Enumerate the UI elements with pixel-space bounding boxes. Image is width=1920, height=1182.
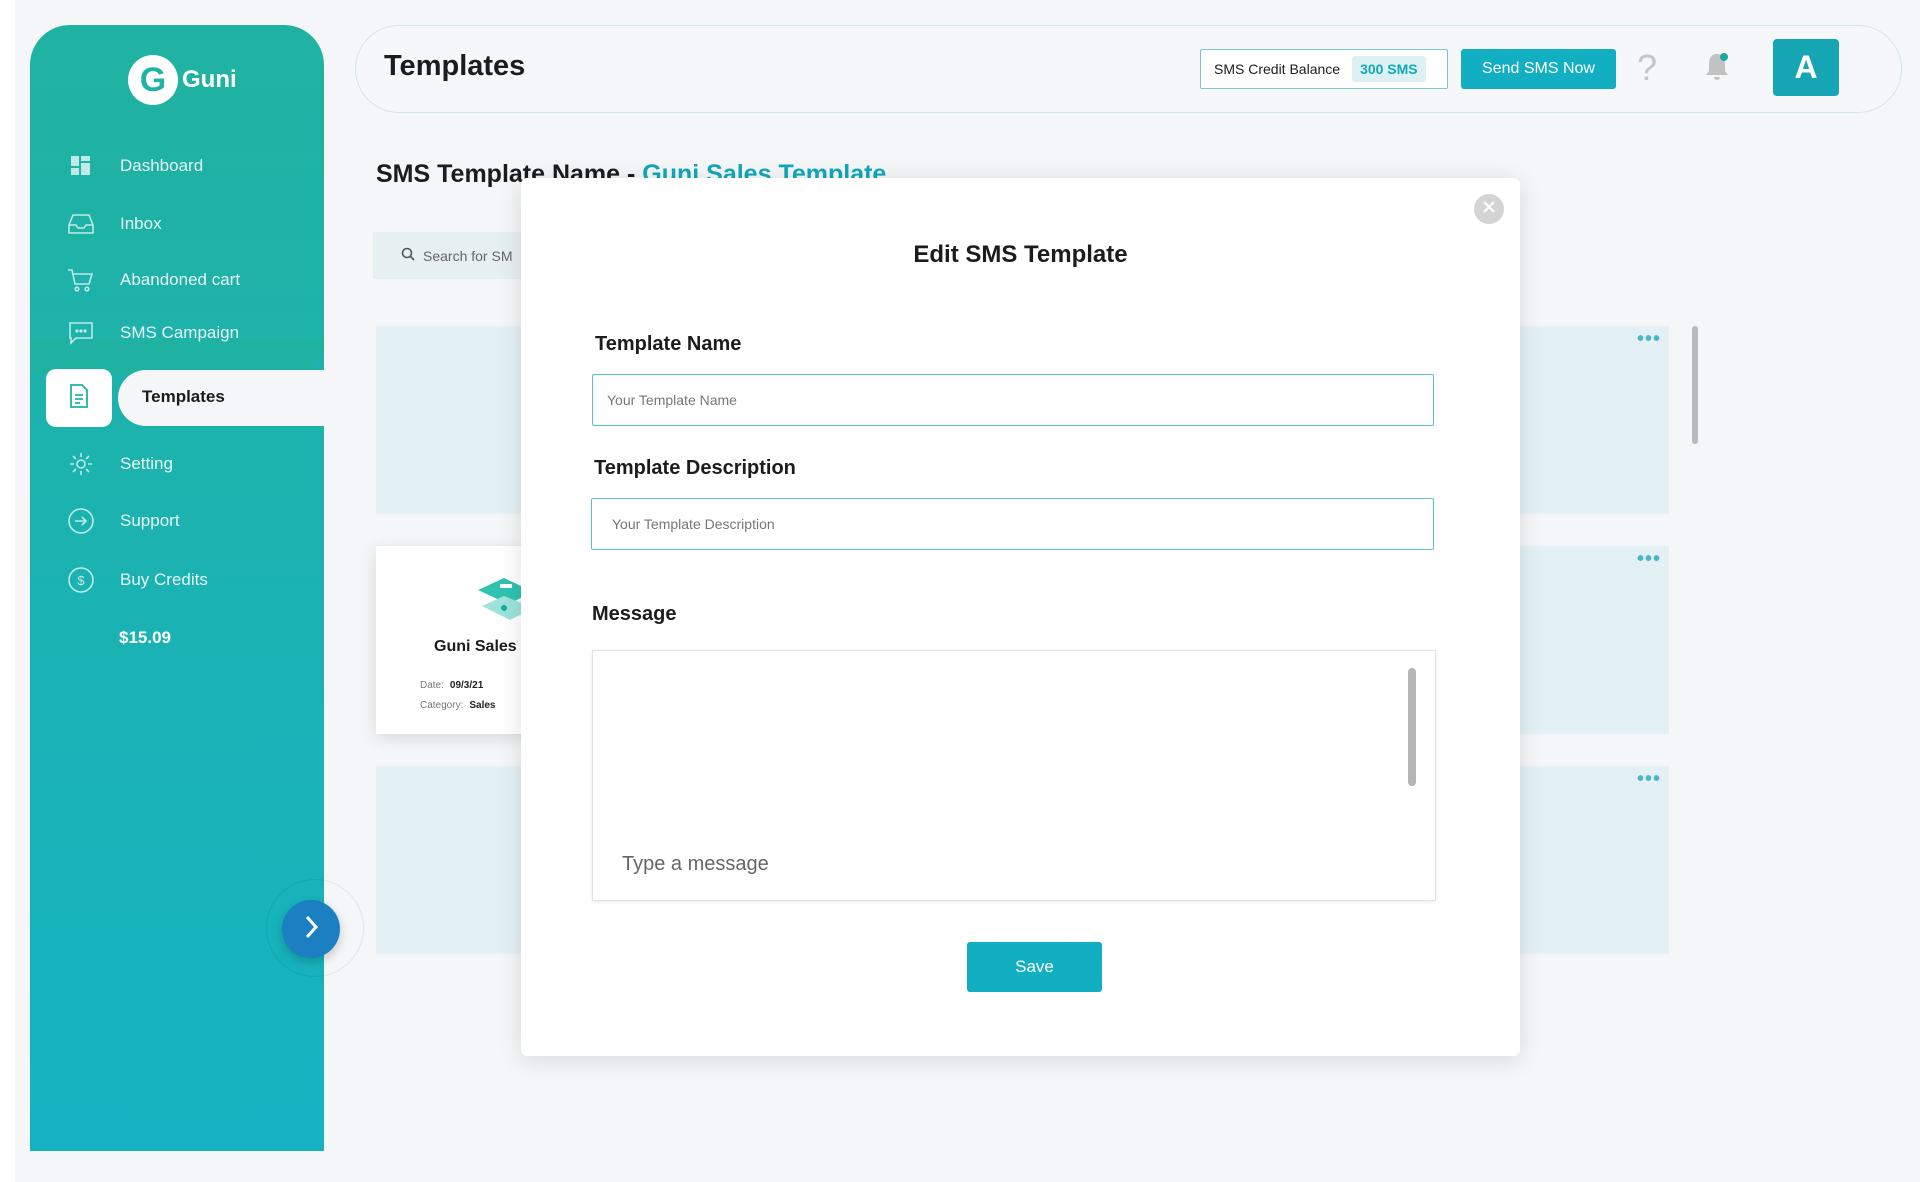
expand-sidebar-button[interactable]	[282, 900, 340, 958]
template-description-input[interactable]	[591, 498, 1434, 550]
more-options-icon[interactable]: •••	[1637, 328, 1661, 351]
template-description-label: Template Description	[594, 457, 796, 479]
template-card[interactable]: Guni Sales Date: 09/3/21 Category: Sales	[376, 546, 536, 734]
sidebar-item-buy-credits[interactable]: $ Buy Credits	[62, 565, 208, 595]
modal-title: Edit SMS Template	[913, 241, 1128, 268]
credit-balance-label: SMS Credit Balance	[1214, 61, 1341, 77]
search-placeholder: Search for SM	[423, 247, 513, 264]
close-modal-button[interactable]	[1474, 194, 1504, 224]
sidebar-item-label: Inbox	[120, 214, 162, 233]
page-scrollbar[interactable]	[1692, 326, 1698, 444]
dollar-circle-icon: $	[62, 565, 100, 595]
message-label: Message	[592, 603, 677, 625]
sidebar-item-support[interactable]: Support	[62, 506, 180, 536]
top-header	[355, 25, 1902, 113]
sidebar-item-sms-campaign[interactable]: SMS Campaign	[62, 318, 239, 348]
gear-icon	[62, 449, 100, 479]
sidebar-item-label: Setting	[120, 454, 173, 473]
more-options-icon[interactable]: •••	[1637, 768, 1661, 791]
template-card-title: Guni Sales	[434, 638, 517, 655]
message-placeholder: Type a message	[622, 853, 769, 875]
page-title: Templates	[384, 50, 526, 82]
search-icon	[401, 247, 423, 264]
avatar[interactable]: A	[1773, 39, 1839, 96]
date-value: 09/3/21	[449, 680, 484, 691]
sidebar-item-setting[interactable]: Setting	[62, 449, 173, 479]
sidebar-item-label: Abandoned cart	[120, 270, 241, 289]
chevron-right-icon	[301, 913, 321, 946]
svg-text:$: $	[77, 573, 85, 588]
sidebar-item-label: Buy Credits	[120, 570, 208, 589]
template-card-category: Category: Sales	[420, 700, 496, 711]
document-icon	[68, 383, 90, 414]
logo-mark: G	[128, 55, 178, 105]
more-options-icon[interactable]: •••	[1637, 548, 1661, 571]
sidebar-item-templates[interactable]: Templates	[142, 387, 225, 407]
credit-balance-value: 300 SMS	[1352, 56, 1426, 82]
sidebar-item-label: SMS Campaign	[120, 323, 240, 342]
message-scrollbar[interactable]	[1408, 668, 1416, 786]
category-value: Sales	[469, 700, 496, 711]
date-label: Date:	[420, 680, 444, 691]
template-name-input[interactable]	[592, 374, 1434, 426]
cart-icon	[62, 265, 100, 295]
sidebar-item-inbox[interactable]: Inbox	[62, 209, 162, 239]
bell-icon[interactable]	[1702, 51, 1732, 88]
credits-amount: $15.09	[119, 628, 171, 647]
inbox-icon	[62, 209, 100, 239]
template-card-date: Date: 09/3/21	[420, 680, 483, 691]
sidebar-item-label: Dashboard	[120, 156, 204, 175]
save-button[interactable]: Save	[967, 942, 1102, 992]
help-icon[interactable]: ?	[1637, 47, 1657, 89]
logo[interactable]: G Guni	[128, 55, 237, 105]
dashboard-icon	[62, 151, 100, 181]
message-icon	[62, 318, 100, 348]
sidebar-item-templates-tile[interactable]	[46, 369, 112, 427]
sidebar-item-dashboard[interactable]: Dashboard	[62, 151, 203, 181]
sms-credit-balance: SMS Credit Balance 300 SMS	[1200, 49, 1448, 89]
arrow-circle-icon	[62, 506, 100, 536]
category-label: Category:	[420, 700, 464, 711]
sidebar-item-label: Support	[120, 511, 180, 530]
template-name-label: Template Name	[595, 333, 742, 355]
logo-text: Guni	[182, 66, 237, 93]
close-icon	[1482, 200, 1496, 219]
send-sms-now-button[interactable]: Send SMS Now	[1461, 49, 1616, 89]
sidebar-item-abandoned-cart[interactable]: Abandoned cart	[62, 265, 240, 295]
